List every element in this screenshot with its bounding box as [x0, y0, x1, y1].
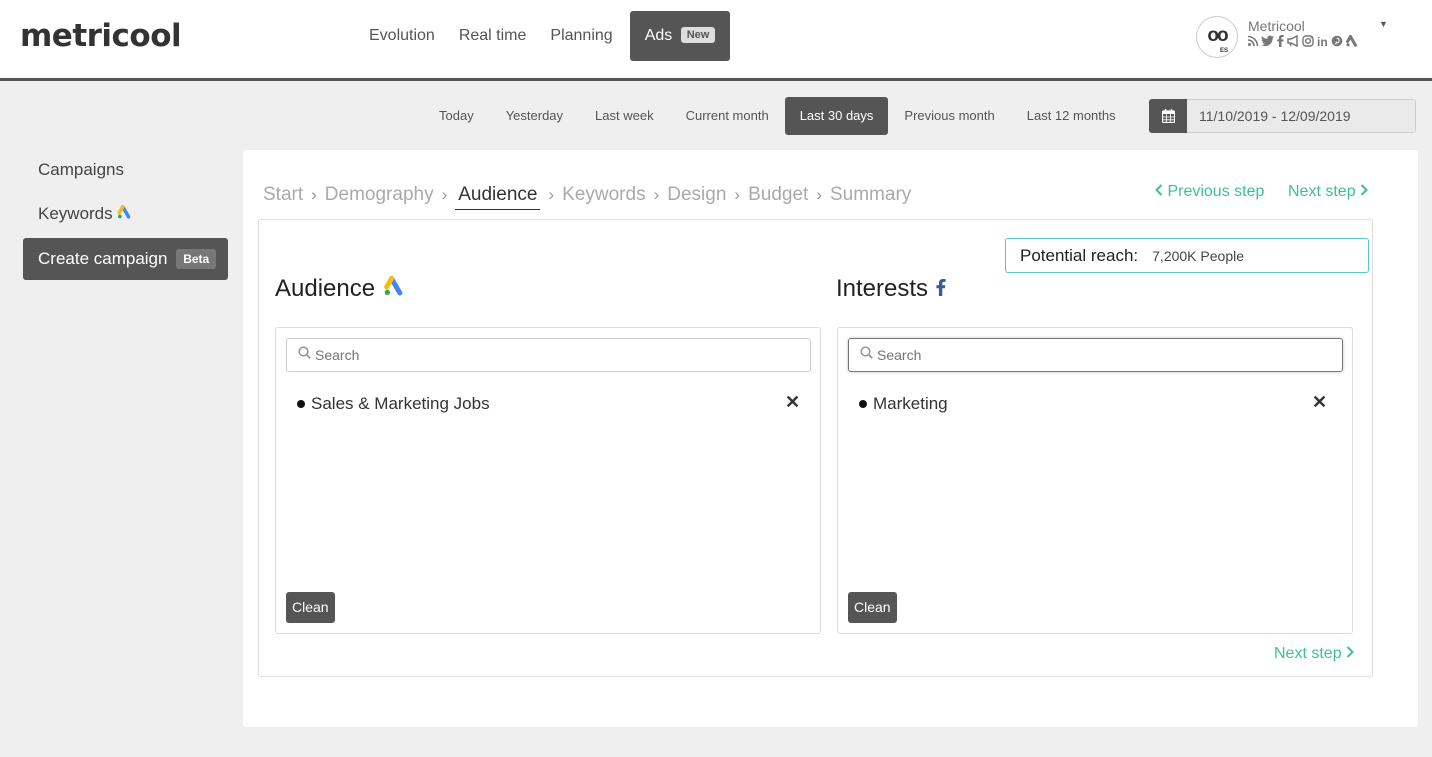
next-step-label: Next step: [1288, 183, 1356, 200]
range-previous-month[interactable]: Previous month: [888, 97, 1010, 135]
metricool-avatar-icon: oo: [1207, 25, 1228, 46]
beta-badge: Beta: [176, 249, 217, 269]
interests-clean-button[interactable]: Clean: [848, 592, 897, 623]
sidebar-item-label: Keywords: [38, 204, 113, 223]
remove-icon[interactable]: ✕: [785, 392, 800, 413]
step-demography[interactable]: Demography: [325, 184, 434, 206]
chevron-right-icon: [1346, 645, 1354, 662]
top-nav: Evolution Real time Planning Ads New: [357, 11, 731, 61]
connected-networks: in: [1247, 34, 1358, 50]
audience-search[interactable]: [286, 338, 811, 372]
sidebar-item-create-campaign[interactable]: Create campaign Beta: [23, 238, 228, 280]
chevron-right-icon: ›: [816, 185, 822, 204]
step-keywords[interactable]: Keywords: [562, 184, 645, 206]
rss-icon: [1247, 35, 1259, 50]
range-last-week[interactable]: Last week: [579, 97, 670, 135]
sidebar-item-label: Create campaign: [38, 249, 168, 268]
new-badge: New: [680, 27, 716, 43]
range-today[interactable]: Today: [423, 97, 490, 135]
bullet-icon: [859, 400, 867, 408]
interests-search[interactable]: [848, 338, 1343, 372]
interests-title: Interests: [836, 275, 946, 303]
range-current-month[interactable]: Current month: [670, 97, 785, 135]
caret-down-icon[interactable]: ▼: [1379, 19, 1388, 29]
step-budget[interactable]: Budget: [748, 184, 808, 206]
step-audience[interactable]: Audience: [455, 184, 541, 210]
top-bar: metricool Evolution Real time Planning A…: [0, 0, 1432, 81]
list-item: Sales & Marketing Jobs: [297, 394, 490, 414]
audience-title-label: Audience: [275, 275, 376, 302]
pinterest-icon: [1331, 35, 1343, 50]
avatar[interactable]: oo ES: [1196, 16, 1238, 58]
range-last-12-months[interactable]: Last 12 months: [1011, 97, 1132, 135]
nav-ads-label: Ads: [644, 27, 673, 44]
potential-reach: Potential reach: 7,200K People: [1005, 238, 1369, 273]
google-ads-icon: [1345, 35, 1358, 50]
bullet-icon: [297, 400, 305, 408]
twitter-icon: [1261, 35, 1274, 50]
wizard-breadcrumb: Start › Demography › Audience › Keywords…: [263, 184, 911, 210]
nav-real-time[interactable]: Real time: [447, 11, 539, 61]
calendar-icon[interactable]: [1149, 99, 1187, 133]
audience-interests-card: Potential reach: 7,200K People Audience …: [258, 219, 1373, 677]
date-range-selector: Today Yesterday Last week Current month …: [423, 97, 1132, 135]
audience-item-label: Sales & Marketing Jobs: [311, 394, 490, 413]
search-icon: [298, 346, 311, 364]
previous-step-label: Previous step: [1167, 183, 1265, 200]
interests-title-label: Interests: [836, 275, 929, 302]
step-start[interactable]: Start: [263, 184, 303, 206]
date-range-input[interactable]: [1187, 99, 1416, 133]
sidebar-item-keywords[interactable]: Keywords: [38, 204, 132, 224]
next-step-label: Next step: [1274, 645, 1342, 662]
google-ads-icon: [117, 204, 132, 223]
potential-reach-label: Potential reach:: [1020, 245, 1139, 265]
language-label: ES: [1219, 48, 1228, 54]
interests-item-label: Marketing: [873, 394, 948, 413]
interests-box: Marketing ✕ Clean: [837, 327, 1353, 634]
next-step-bottom-button[interactable]: Next step: [1274, 645, 1354, 663]
search-icon: [860, 346, 873, 364]
account-name: Metricool: [1248, 18, 1305, 34]
nav-ads[interactable]: Ads New: [629, 11, 731, 61]
chevron-right-icon: ›: [441, 185, 448, 204]
audience-title: Audience: [275, 275, 405, 303]
previous-step-button[interactable]: Previous step: [1155, 183, 1264, 201]
logo[interactable]: metricool: [20, 18, 182, 54]
date-picker[interactable]: [1149, 99, 1416, 133]
step-summary[interactable]: Summary: [830, 184, 911, 206]
range-yesterday[interactable]: Yesterday: [490, 97, 579, 135]
potential-reach-value: 7,200K People: [1152, 247, 1244, 264]
nav-evolution[interactable]: Evolution: [357, 11, 447, 61]
chevron-right-icon: ›: [653, 185, 660, 204]
step-design[interactable]: Design: [667, 184, 726, 206]
facebook-icon: [936, 275, 946, 303]
instagram-icon: [1302, 35, 1314, 50]
list-item: Marketing: [859, 394, 948, 414]
audience-search-input[interactable]: [315, 347, 755, 363]
campaign-wizard-panel: Start › Demography › Audience › Keywords…: [243, 150, 1418, 727]
range-last-30-days[interactable]: Last 30 days: [784, 97, 889, 135]
chevron-left-icon: [1155, 183, 1167, 200]
audience-box: Sales & Marketing Jobs ✕ Clean: [275, 327, 821, 634]
google-ads-icon: [383, 275, 405, 303]
chevron-right-icon: ›: [734, 185, 741, 204]
megaphone-icon: [1287, 34, 1299, 50]
facebook-icon: [1277, 34, 1284, 50]
chevron-right-icon: [1360, 183, 1368, 200]
linkedin-icon: in: [1317, 35, 1328, 49]
remove-icon[interactable]: ✕: [1312, 392, 1327, 413]
interests-search-input[interactable]: [877, 347, 1317, 363]
nav-planning[interactable]: Planning: [538, 11, 624, 61]
next-step-button[interactable]: Next step: [1288, 183, 1368, 201]
sidebar-item-campaigns[interactable]: Campaigns: [38, 160, 124, 180]
audience-clean-button[interactable]: Clean: [286, 592, 335, 623]
chevron-right-icon: ›: [311, 185, 317, 204]
chevron-right-icon: ›: [548, 185, 555, 204]
